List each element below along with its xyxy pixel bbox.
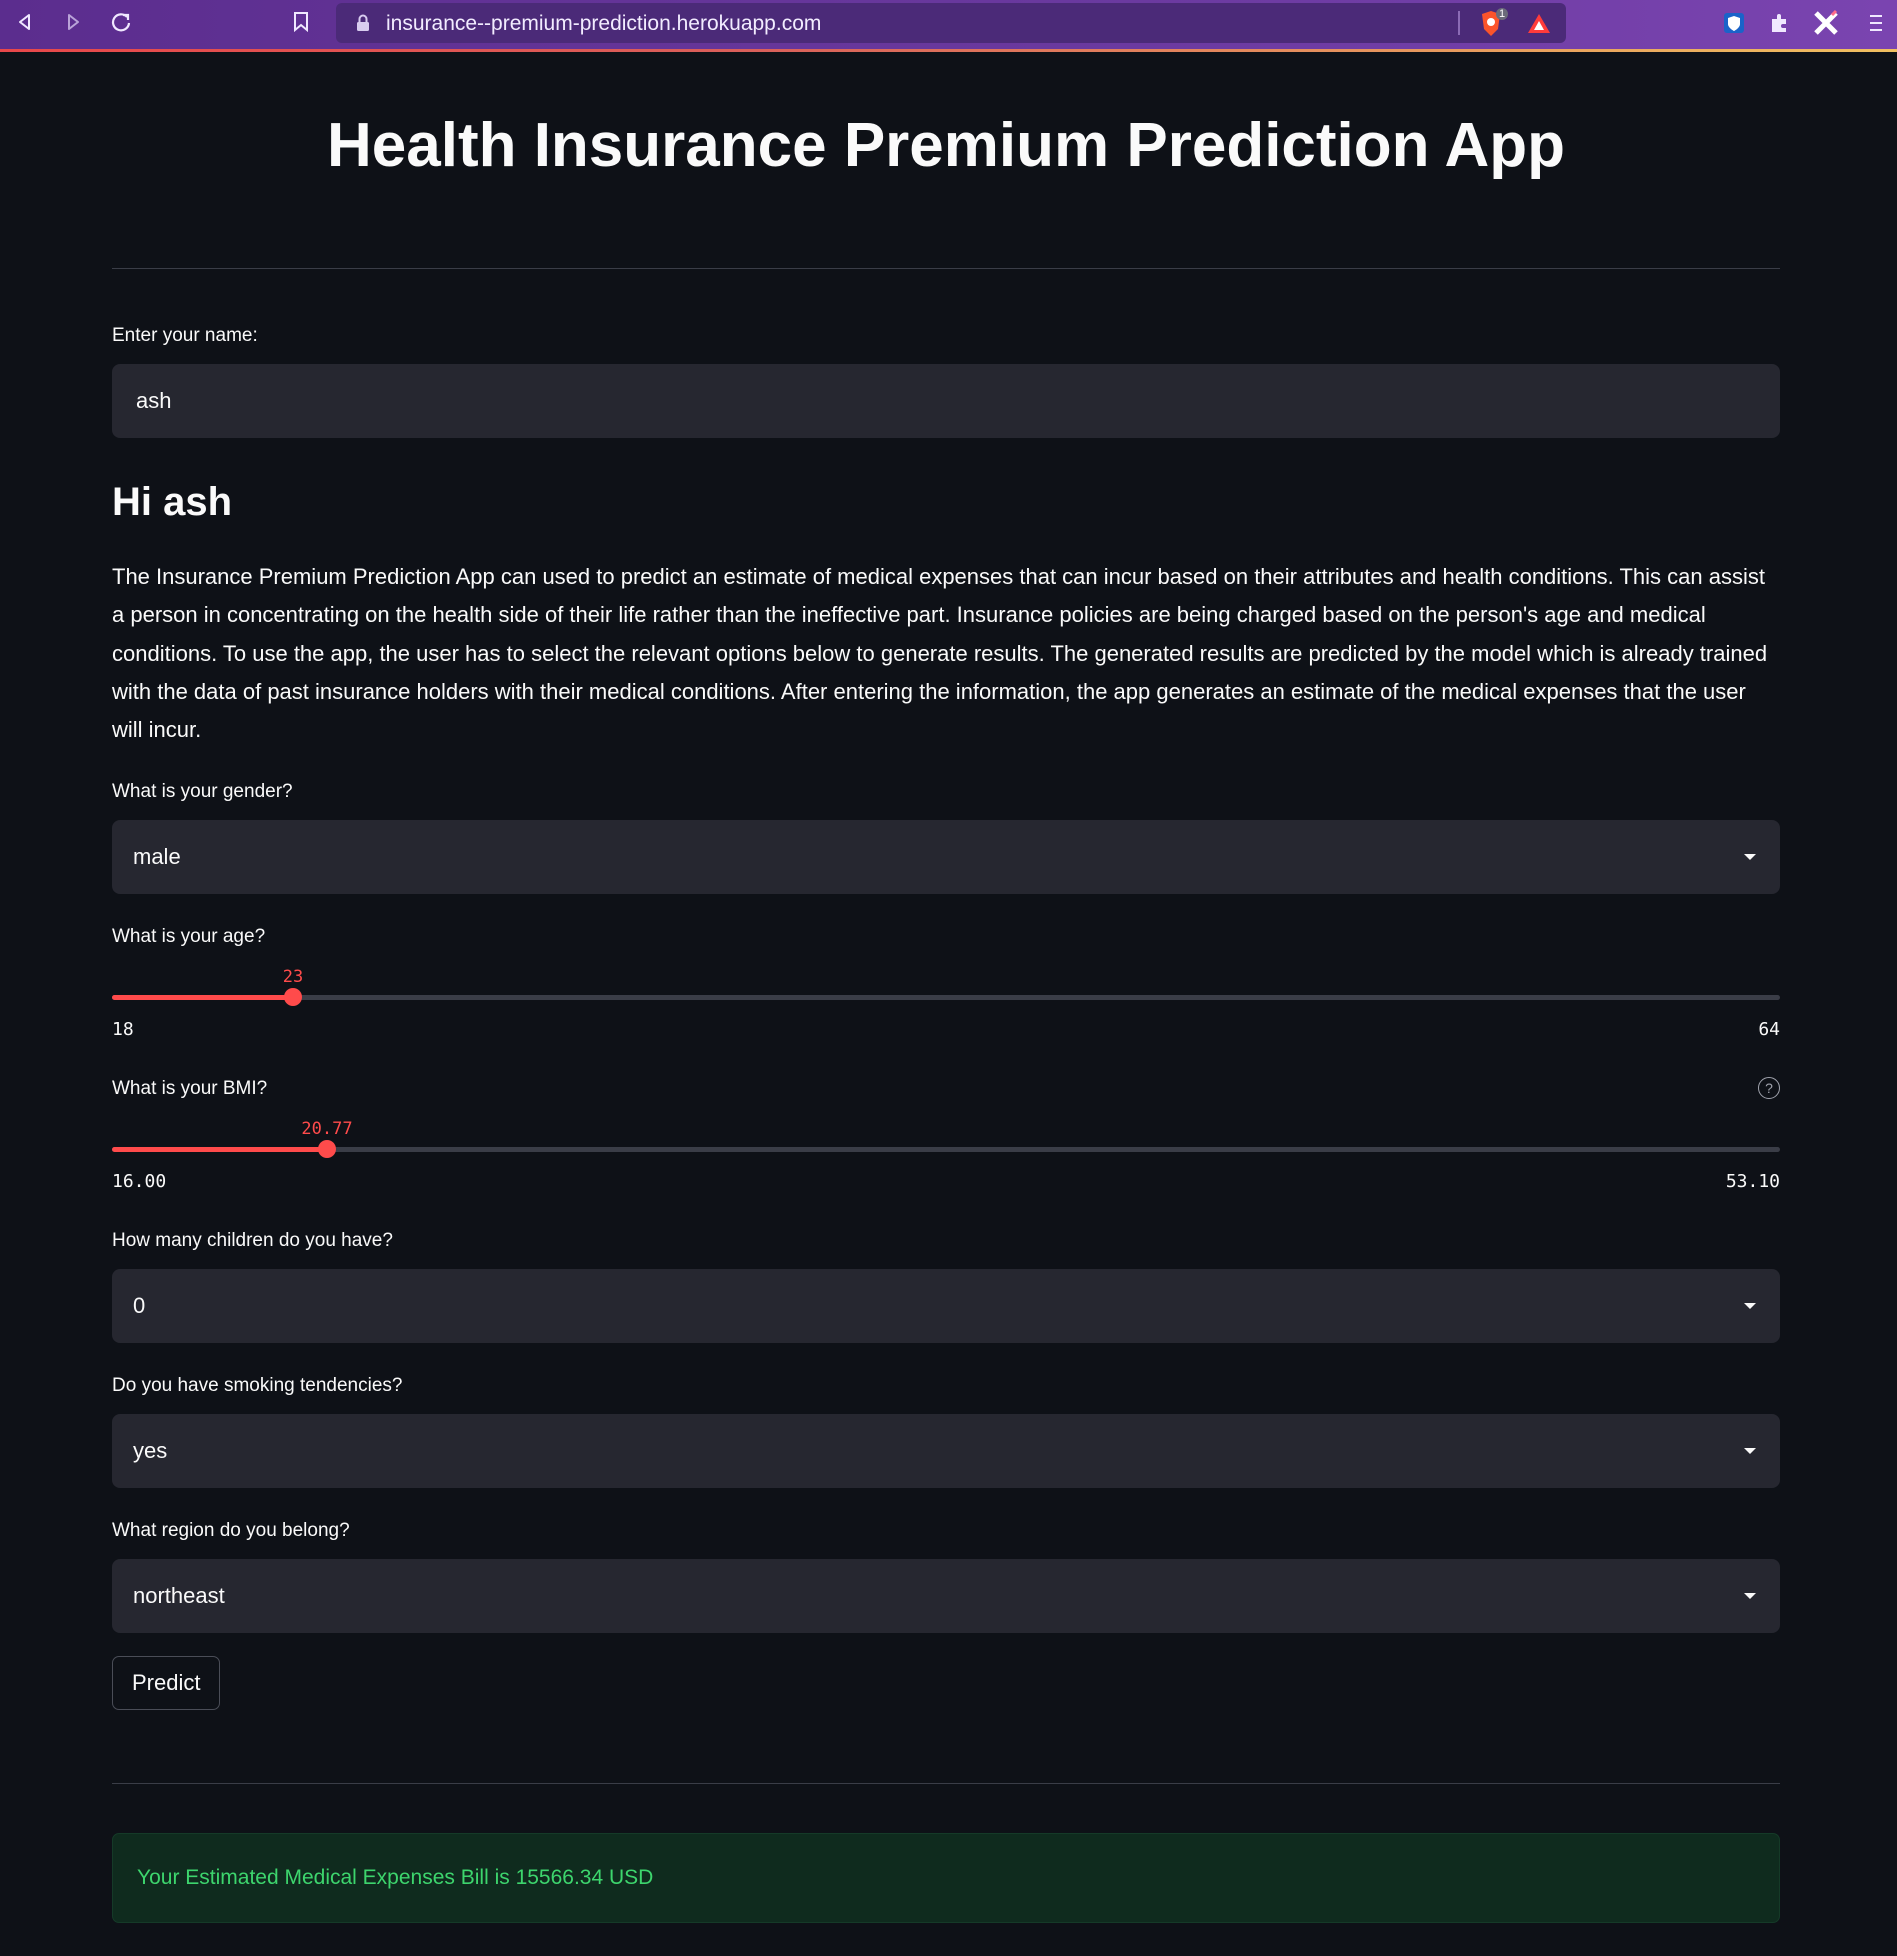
bmi-slider-thumb[interactable] [318, 1140, 336, 1158]
age-label: What is your age? [112, 926, 266, 947]
brave-rewards-icon[interactable] [1526, 11, 1552, 42]
result-alert: Your Estimated Medical Expenses Bill is … [112, 1833, 1780, 1923]
smoker-value: yes [133, 1438, 168, 1463]
age-slider-fill [112, 995, 293, 1000]
forward-arrow-icon[interactable] [60, 9, 86, 35]
url-text: insurance--premium-prediction.herokuapp.… [386, 12, 822, 35]
lock-icon [356, 14, 370, 37]
tool-extension-icon[interactable] [1812, 9, 1840, 37]
chevron-down-icon [1744, 1448, 1756, 1454]
question-circle-icon[interactable]: ? [1758, 1077, 1780, 1099]
smoker-label: Do you have smoking tendencies? [112, 1375, 403, 1396]
children-label: How many children do you have? [112, 1230, 393, 1251]
chevron-down-icon [1744, 1303, 1756, 1309]
divider-top [112, 268, 1780, 269]
bmi-slider-value: 20.77 [301, 1119, 353, 1139]
url-separator [1458, 11, 1460, 35]
region-value: northeast [133, 1583, 225, 1608]
bmi-slider-track[interactable] [112, 1140, 1780, 1158]
divider-bottom [112, 1783, 1780, 1784]
region-label: What region do you belong? [112, 1520, 350, 1541]
name-input[interactable]: ash [112, 364, 1780, 438]
page-title: Health Insurance Premium Prediction App [327, 111, 1565, 180]
age-slider-max: 64 [1758, 1019, 1780, 1040]
puzzle-icon[interactable] [1766, 9, 1794, 37]
greeting-heading: Hi ash [112, 480, 233, 524]
age-slider-thumb[interactable] [284, 988, 302, 1006]
bookmark-icon[interactable] [288, 9, 314, 35]
browser-accent-line [0, 49, 1897, 52]
brave-shield-count: 1 [1496, 8, 1509, 20]
hamburger-menu-icon[interactable] [1862, 9, 1890, 37]
region-select[interactable]: northeast [112, 1559, 1780, 1633]
bmi-label: What is your BMI? [112, 1078, 268, 1099]
name-label: Enter your name: [112, 325, 258, 346]
bmi-slider-max: 53.10 [1725, 1171, 1780, 1192]
back-arrow-icon[interactable] [12, 9, 38, 35]
address-bar[interactable]: insurance--premium-prediction.herokuapp.… [336, 3, 1566, 43]
gender-select[interactable]: male [112, 820, 1780, 894]
age-slider-value: 23 [282, 967, 304, 987]
chevron-down-icon [1744, 1593, 1756, 1599]
smoker-select[interactable]: yes [112, 1414, 1780, 1488]
result-text: Your Estimated Medical Expenses Bill is … [137, 1866, 654, 1889]
predict-button[interactable]: Predict [112, 1656, 221, 1710]
bmi-slider-min: 16.00 [112, 1171, 167, 1192]
gender-label: What is your gender? [112, 781, 293, 802]
children-select[interactable]: 0 [112, 1269, 1780, 1343]
browser-toolbar: insurance--premium-prediction.herokuapp.… [0, 0, 1897, 50]
app-description: The Insurance Premium Prediction App can… [112, 564, 1768, 743]
age-slider-track[interactable] [112, 988, 1780, 1006]
bmi-slider-fill [112, 1147, 327, 1152]
bitwarden-extension-icon[interactable] [1720, 9, 1748, 37]
children-value: 0 [133, 1293, 146, 1318]
reload-icon[interactable] [108, 9, 134, 35]
age-slider-min: 18 [112, 1019, 134, 1040]
chevron-down-icon [1744, 854, 1756, 860]
gender-value: male [133, 844, 181, 869]
